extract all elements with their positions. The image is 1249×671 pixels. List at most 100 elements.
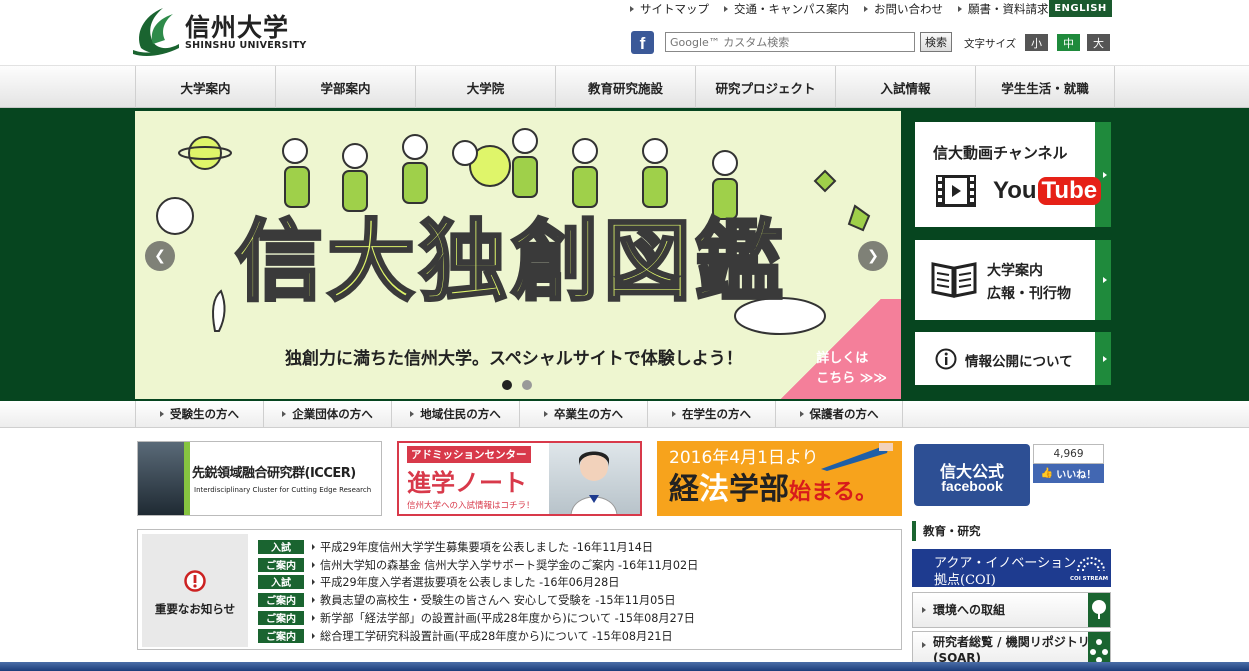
coi-banner[interactable]: アクア・イノベーション 拠点(COI) COI STREAM: [912, 549, 1111, 588]
iccer-photo: [138, 442, 184, 515]
thumbs-up-icon: 👍: [1040, 468, 1054, 479]
english-button[interactable]: ENGLISH: [1049, 0, 1112, 17]
facebook-icon[interactable]: f: [631, 31, 654, 54]
news-text: 新学部「経法学部」の設置計画(平成28年度から)について -15年08月27日: [320, 611, 695, 625]
admission-main: 進学ノート: [407, 469, 527, 497]
search-input[interactable]: [665, 32, 915, 52]
audience-applicants[interactable]: 受験生の方へ: [135, 401, 263, 427]
university-logo[interactable]: 信州大学 SHINSHU UNIVERSITY: [133, 4, 306, 56]
logo-mark-icon: [133, 8, 179, 56]
nav-projects[interactable]: 研究プロジェクト: [695, 66, 835, 108]
slider-prev-button[interactable]: ❮: [145, 241, 175, 271]
application-link[interactable]: 願書・資料請求: [958, 1, 1049, 17]
arrow-right-icon: [312, 543, 315, 550]
audience-nav: 受験生の方へ 企業団体の方へ 地域住民の方へ 卒業生の方へ 在学生の方へ 保護者…: [0, 401, 1249, 428]
news-item[interactable]: ご案内 新学部「経法学部」の設置計画(平成28年度から)について -15年08月2…: [258, 609, 695, 626]
important-news: 重要なお知らせ 入試 平成29年度信州大学学生募集要項を公表しました -16年11…: [137, 529, 902, 650]
contact-link[interactable]: お問い合わせ: [864, 1, 943, 17]
news-tag: ご案内: [258, 592, 304, 607]
font-size-large-button[interactable]: 大: [1087, 34, 1110, 51]
facebook-promo[interactable]: 信大公式 facebook: [914, 444, 1030, 506]
video-channel-box[interactable]: 信大動画チャンネル You Tube: [915, 122, 1111, 227]
hero-subtitle: 独創力に満ちた信州大学。スペシャルサイトで体験しよう！: [285, 349, 743, 369]
nav-facilities[interactable]: 教育研究施設: [555, 66, 695, 108]
guide-publications-box[interactable]: 大学案内 広報・刊行物: [915, 240, 1111, 320]
os-taskbar: [0, 662, 1249, 671]
iccer-banner[interactable]: 先鋭領域融合研究群(ICCER) Interdisciplinary Clust…: [137, 441, 382, 516]
hero-slider[interactable]: 信大独創図鑑 独創力に満ちた信州大学。スペシャルサイトで体験しよう！ 詳しくは …: [135, 111, 901, 399]
audience-companies[interactable]: 企業団体の方へ: [263, 401, 391, 427]
arrow-right-icon: [630, 5, 634, 12]
hero-title: 信大独創図鑑: [233, 209, 788, 315]
nav-graduate[interactable]: 大学院: [415, 66, 555, 108]
like-count: 4,969: [1033, 444, 1104, 464]
film-icon: [936, 175, 976, 207]
arrow-right-icon: [958, 5, 962, 12]
disclosure-box[interactable]: 情報公開について: [915, 332, 1111, 385]
arrow-right-icon: [312, 578, 315, 585]
hero-more-link[interactable]: 詳しくは こちら ≫≫: [816, 349, 887, 389]
guide-line1: 大学案内: [987, 263, 1043, 279]
arrow-right-icon: [312, 561, 315, 568]
chevron-right-icon: [1103, 355, 1107, 362]
iccer-green-bar: [184, 442, 190, 515]
nav-admissions[interactable]: 入試情報: [835, 66, 975, 108]
info-icon: [935, 348, 957, 370]
facebook-like-widget[interactable]: 4,969 👍 いいね！: [1033, 444, 1104, 484]
nav-faculties[interactable]: 学部案内: [275, 66, 415, 108]
coi-stream-logo: [1077, 557, 1105, 572]
arrow-right-icon: [410, 411, 415, 417]
slider-dot-active[interactable]: [502, 380, 512, 390]
environment-link[interactable]: 環境への取組: [912, 592, 1111, 628]
arrow-right-icon: [312, 632, 315, 639]
audience-residents[interactable]: 地域住民の方へ: [391, 401, 519, 427]
video-channel-title: 信大動画チャンネル: [933, 144, 1068, 162]
news-item[interactable]: 入試 平成29年度信州大学学生募集要項を公表しました -16年11月14日: [258, 538, 653, 555]
sitemap-link[interactable]: サイトマップ: [630, 1, 709, 17]
chevron-left-icon: ❮: [154, 248, 166, 264]
facebook-promo-line2: facebook: [941, 478, 1003, 494]
news-item[interactable]: ご案内 総合理工学研究科設置計画(平成28年度から)について -15年08月21日: [258, 627, 673, 644]
disclosure-label: 情報公開について: [965, 354, 1073, 370]
pencil-icon: [821, 443, 893, 471]
page: 信州大学 SHINSHU UNIVERSITY サイトマップ 交通・キャンパス案…: [0, 0, 1249, 671]
logo-japanese-text: 信州大学: [185, 13, 290, 42]
chevron-right-icon: [1103, 277, 1107, 283]
news-item[interactable]: 入試 平成29年度入学者選抜要項を公表しました -16年06月28日: [258, 573, 619, 590]
education-research-heading: 教育・研究: [912, 521, 981, 541]
nav-about[interactable]: 大学案内: [135, 66, 275, 108]
chevron-right-icon: ❯: [867, 248, 879, 264]
arrow-right-icon: [282, 411, 287, 417]
access-link[interactable]: 交通・キャンパス案内: [724, 1, 849, 17]
utility-links: サイトマップ 交通・キャンパス案内 お問い合わせ 願書・資料請求: [630, 0, 1064, 17]
font-size-small-button[interactable]: 小: [1025, 34, 1048, 51]
arrow-right-icon: [312, 614, 315, 621]
network-icon: [1088, 632, 1110, 666]
news-item[interactable]: ご案内 信州大学知の森基金 信州大学入学サポート奨学金のご案内 -16年11月02…: [258, 556, 698, 573]
font-size-medium-button[interactable]: 中: [1057, 34, 1080, 51]
logo-english-text: SHINSHU UNIVERSITY: [185, 40, 307, 51]
law-faculty-banner[interactable]: 2016年4月1日より 経法学部始まる。: [657, 441, 902, 516]
audience-students[interactable]: 在学生の方へ: [647, 401, 775, 427]
iccer-subtitle: Interdisciplinary Cluster for Cutting Ed…: [194, 486, 372, 494]
admission-banner[interactable]: アドミッションセンター 進学ノート 信州大学への入試情報はコチラ！: [397, 441, 642, 516]
news-tag: 入試: [258, 574, 304, 589]
like-button[interactable]: 👍 いいね！: [1033, 464, 1104, 483]
coi-line2: 拠点(COI): [934, 573, 996, 588]
nav-student-life[interactable]: 学生生活・就職: [975, 66, 1115, 108]
arrow-right-icon: [922, 607, 926, 613]
news-tag: ご案内: [258, 557, 304, 572]
audience-alumni[interactable]: 卒業生の方へ: [519, 401, 647, 427]
slider-next-button[interactable]: ❯: [858, 241, 888, 271]
news-tag: 入試: [258, 539, 304, 554]
iccer-title: 先鋭領域融合研究群(ICCER): [192, 466, 356, 481]
slider-dot[interactable]: [522, 380, 532, 390]
arrow-right-icon: [160, 411, 164, 417]
font-size-label: 文字サイズ: [964, 38, 1017, 50]
law-headline: 経法学部始まる。: [669, 472, 878, 507]
global-nav: 大学案内 学部案内 大学院 教育研究施設 研究プロジェクト 入試情報 学生生活・…: [0, 65, 1249, 108]
news-item[interactable]: ご案内 教員志望の高校生・受験生の皆さんへ 安心して受験を -15年11月05日: [258, 591, 676, 608]
news-tag: ご案内: [258, 610, 304, 625]
search-button[interactable]: 検索: [920, 32, 952, 52]
audience-parents[interactable]: 保護者の方へ: [775, 401, 903, 427]
